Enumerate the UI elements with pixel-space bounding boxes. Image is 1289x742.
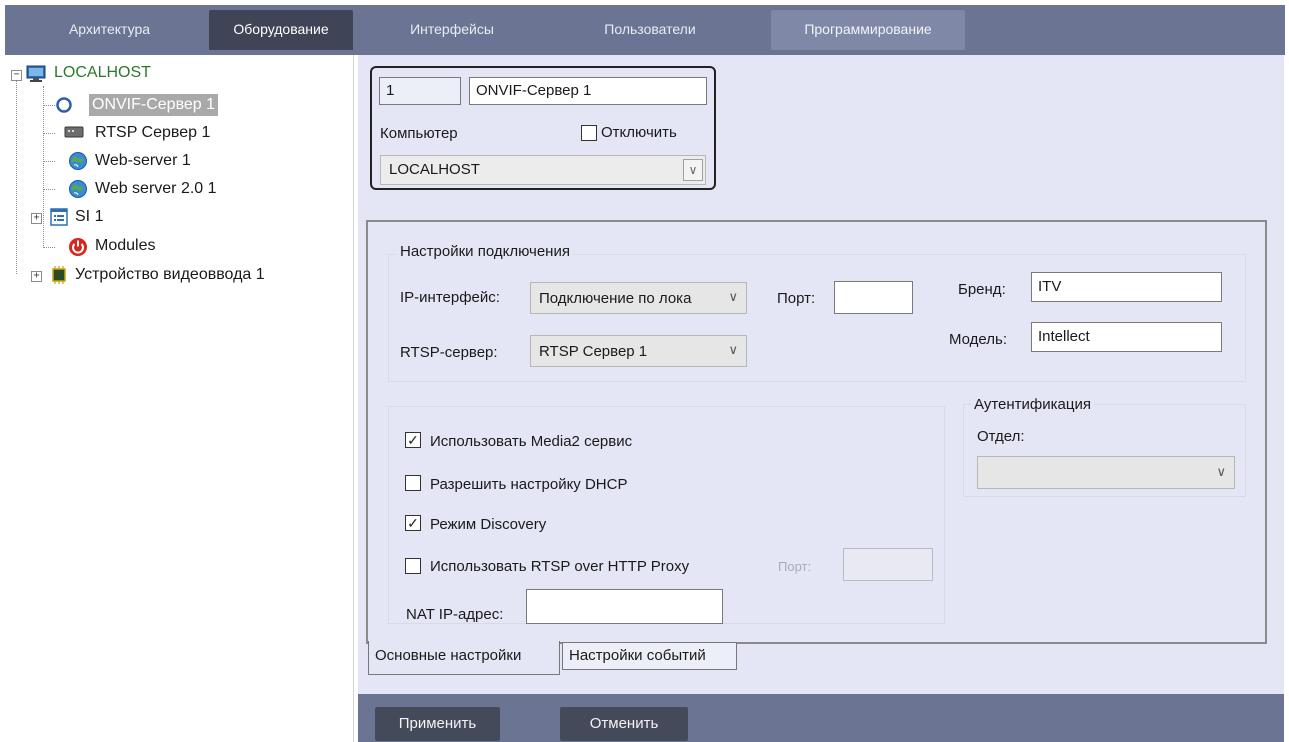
discovery-checkbox[interactable]: ✓ bbox=[405, 515, 421, 531]
cancel-button[interactable]: Отменить bbox=[560, 707, 688, 741]
tree-line bbox=[43, 86, 44, 248]
brand-field[interactable]: ITV bbox=[1031, 272, 1222, 302]
computer-select-value: LOCALHOST bbox=[389, 161, 480, 178]
disable-checkbox[interactable] bbox=[581, 125, 597, 141]
tree-line bbox=[43, 247, 55, 248]
checkmark-icon: ✓ bbox=[407, 515, 419, 531]
ip-interface-label: IP-интерфейс: bbox=[400, 289, 500, 306]
rtsp-proxy-checkbox[interactable] bbox=[405, 558, 421, 574]
expand-toggle[interactable]: + bbox=[31, 213, 42, 224]
apply-button[interactable]: Применить bbox=[375, 707, 500, 741]
chevron-down-icon[interactable]: ∨ bbox=[683, 159, 703, 181]
tab-architecture[interactable]: Архитектура bbox=[12, 10, 207, 50]
nat-ip-field[interactable] bbox=[526, 589, 723, 624]
ip-interface-select[interactable]: Подключение по лока ∨ bbox=[530, 282, 747, 314]
tree-item-label: Web-server 1 bbox=[95, 152, 191, 169]
rtsp-server-label: RTSP-сервер: bbox=[400, 344, 498, 361]
object-id-field[interactable]: 1 bbox=[379, 77, 461, 105]
collapse-toggle[interactable]: − bbox=[11, 70, 22, 81]
chevron-down-icon: ∨ bbox=[728, 288, 738, 304]
rtsp-server-select[interactable]: RTSP Сервер 1 ∨ bbox=[530, 335, 747, 367]
model-label: Модель: bbox=[949, 331, 1008, 348]
globe-icon bbox=[68, 179, 87, 198]
tree-item-label: Устройство видеоввода 1 bbox=[75, 266, 265, 283]
disable-label: Отключить bbox=[601, 124, 677, 141]
chevron-down-icon: ∨ bbox=[1216, 463, 1226, 479]
proxy-port-field bbox=[843, 548, 933, 581]
department-select[interactable]: ∨ bbox=[977, 456, 1235, 489]
rtsp-proxy-label: Использовать RTSP over HTTP Proxy bbox=[430, 558, 690, 575]
model-field[interactable]: Intellect bbox=[1031, 322, 1222, 352]
computer-select[interactable]: LOCALHOST ∨ bbox=[380, 155, 706, 185]
connection-legend: Настройки подключения bbox=[397, 243, 573, 260]
computer-icon bbox=[26, 65, 46, 83]
tree-item-label: LOCALHOST bbox=[54, 64, 151, 81]
server-icon bbox=[64, 124, 84, 142]
power-icon bbox=[68, 237, 87, 256]
port-label: Порт: bbox=[777, 290, 816, 307]
auth-legend: Аутентификация bbox=[971, 396, 1094, 413]
tree-line bbox=[16, 78, 17, 274]
computer-label: Компьютер bbox=[380, 125, 458, 142]
tree-item-label: RTSP Сервер 1 bbox=[95, 124, 211, 141]
tab-main-settings[interactable]: Основные настройки bbox=[368, 641, 560, 675]
ip-interface-value: Подключение по лока bbox=[539, 290, 692, 307]
object-name-field[interactable]: ONVIF-Сервер 1 bbox=[469, 77, 707, 105]
tree-item-label: SI 1 bbox=[75, 208, 104, 225]
globe-icon bbox=[68, 151, 87, 170]
tree-line bbox=[43, 189, 55, 190]
tree-line bbox=[43, 105, 55, 106]
dhcp-checkbox[interactable] bbox=[405, 475, 421, 491]
tab-interfaces[interactable]: Интерфейсы bbox=[372, 10, 532, 50]
tab-equipment[interactable]: Оборудование bbox=[209, 10, 353, 50]
expand-toggle[interactable]: + bbox=[31, 271, 42, 282]
list-icon bbox=[50, 208, 68, 226]
tree-item-label: ONVIF-Сервер 1 bbox=[89, 94, 219, 116]
chip-icon bbox=[50, 266, 68, 284]
discovery-label: Режим Discovery bbox=[430, 516, 547, 533]
port-field[interactable] bbox=[834, 281, 913, 314]
media2-label: Использовать Media2 сервис bbox=[430, 433, 633, 450]
tree-line bbox=[43, 133, 55, 134]
tree-item-label: Web server 2.0 1 bbox=[95, 180, 217, 197]
rtsp-server-value: RTSP Сервер 1 bbox=[539, 343, 648, 360]
department-label: Отдел: bbox=[977, 428, 1025, 445]
brand-label: Бренд: bbox=[958, 281, 1006, 298]
circle-icon bbox=[55, 96, 73, 114]
proxy-port-label: Порт: bbox=[778, 559, 812, 574]
tree-item-label: Modules bbox=[95, 237, 156, 254]
tree-line bbox=[43, 161, 55, 162]
chevron-down-icon: ∨ bbox=[728, 341, 738, 357]
tab-event-settings[interactable]: Настройки событий bbox=[562, 642, 737, 670]
tab-programming[interactable]: Программирование bbox=[771, 10, 965, 50]
dhcp-label: Разрешить настройку DHCP bbox=[430, 476, 628, 493]
media2-checkbox[interactable]: ✓ bbox=[405, 432, 421, 448]
checkmark-icon: ✓ bbox=[407, 432, 419, 448]
tab-users[interactable]: Пользователи bbox=[570, 10, 730, 50]
nat-ip-label: NAT IP-адрес: bbox=[406, 606, 504, 623]
